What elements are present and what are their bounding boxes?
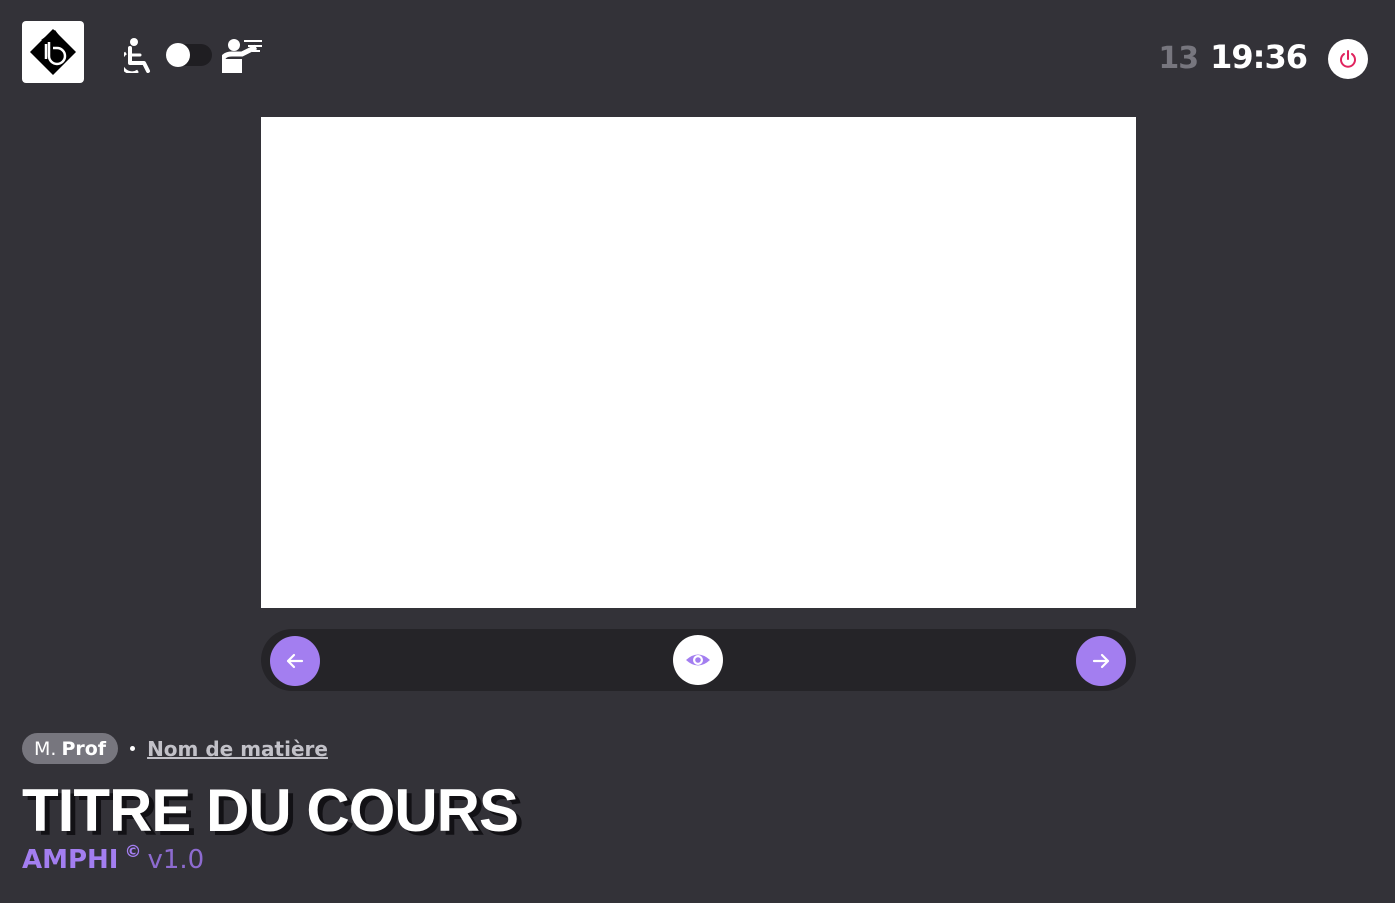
clock: 13 19:36 (1158, 38, 1308, 76)
presenter-icon[interactable] (222, 37, 264, 73)
copyright-symbol: © (124, 842, 142, 862)
app-logo[interactable] (22, 21, 84, 83)
course-meta: M. Prof Nom de matière (22, 733, 328, 764)
accessibility-tools (124, 36, 264, 74)
arrow-left-icon (286, 653, 304, 669)
arrow-right-icon (1092, 653, 1110, 669)
teacher-prefix: M. (34, 737, 57, 760)
teacher-name: Prof (61, 737, 107, 760)
toggle-knob (166, 43, 190, 67)
clock-time: 19:36 (1210, 38, 1308, 76)
separator-dot (130, 746, 136, 751)
brand-version: v1.0 (147, 845, 205, 875)
teacher-badge: M. Prof (22, 733, 119, 764)
slide-canvas[interactable] (261, 117, 1136, 608)
accessibility-toggle[interactable] (166, 43, 212, 67)
brand-name: AMPHI (22, 845, 119, 875)
slide-controls (261, 629, 1136, 691)
app-window: 13 19:36 M. Prof Nom de matière TITRE DU… (0, 0, 1395, 903)
eye-icon (686, 654, 710, 666)
view-button[interactable] (673, 635, 723, 685)
subject-link[interactable]: Nom de matière (147, 737, 328, 761)
next-slide-button[interactable] (1076, 636, 1126, 686)
app-logo-icon (30, 29, 76, 75)
accessibility-icon[interactable] (124, 37, 156, 73)
course-title: TITRE DU COURS (22, 777, 519, 844)
brand: AMPHI © v1.0 (22, 842, 205, 875)
previous-slide-button[interactable] (270, 636, 320, 686)
power-button[interactable] (1328, 39, 1368, 79)
power-icon (1340, 50, 1356, 68)
clock-seconds: 13 (1158, 41, 1199, 76)
